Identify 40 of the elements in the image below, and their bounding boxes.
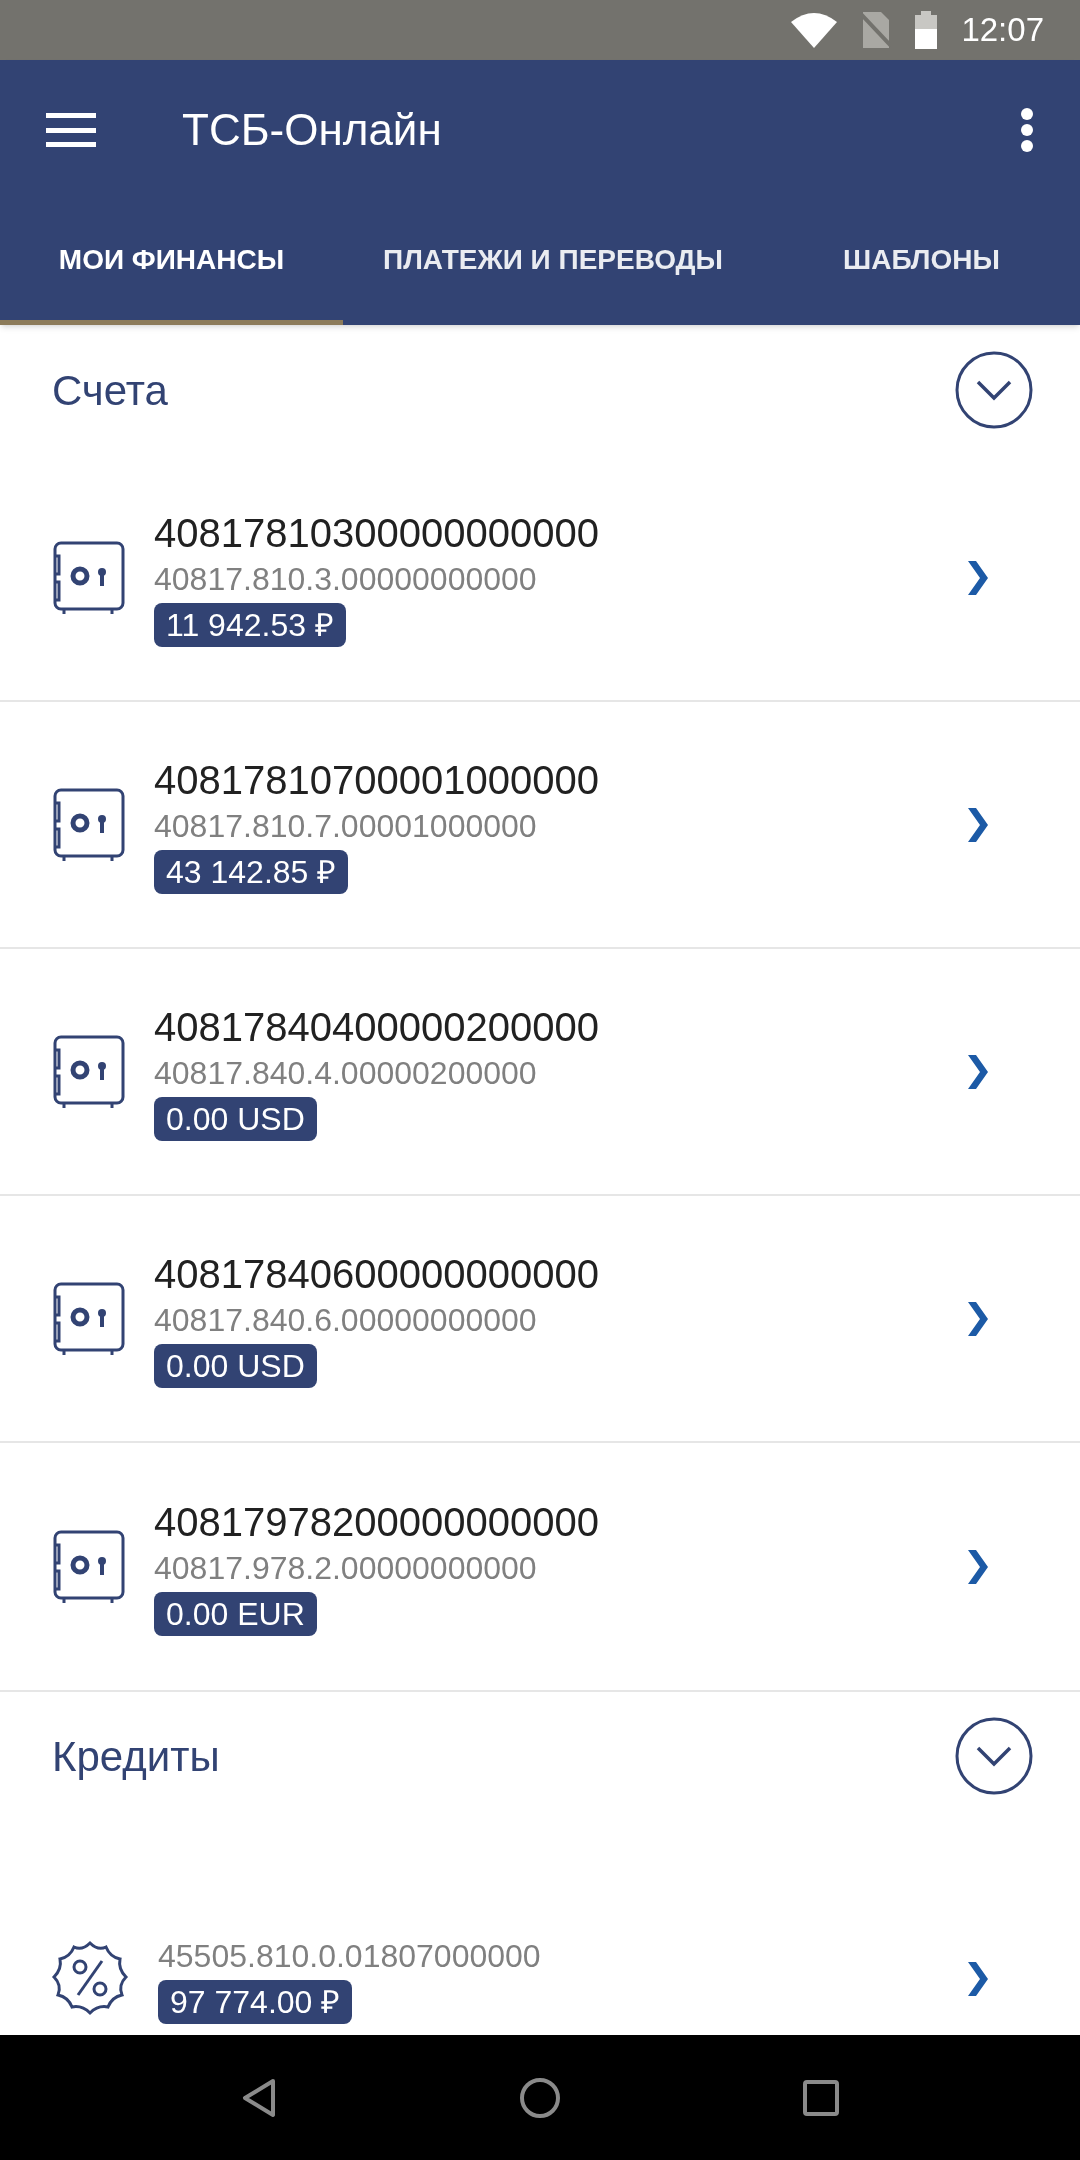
section-title: Счета: [52, 365, 168, 416]
account-number: 40817840400000200000: [154, 1003, 599, 1051]
balance-badge: 0.00 USD: [154, 1096, 317, 1141]
chevron-right-icon[interactable]: [966, 807, 988, 842]
formatted-account-number: 40817.810.3.00000000000: [154, 559, 537, 599]
back-icon[interactable]: [241, 2077, 277, 2118]
balance-badge: 97 774.00 ₽: [158, 1979, 353, 2024]
account-number: 40817978200000000000: [154, 1498, 599, 1546]
battery-icon: [915, 11, 938, 49]
formatted-account-number: 40817.810.7.00001000000: [154, 806, 537, 846]
account-number: 40817810700001000000: [154, 756, 599, 804]
chevron-right-icon[interactable]: [966, 1301, 988, 1336]
account-number: 40817810300000000000: [154, 509, 599, 557]
chevron-right-icon[interactable]: [966, 1549, 988, 1584]
chevron-right-icon[interactable]: [966, 1054, 988, 1089]
tab[interactable]: МОИ ФИНАНСЫ: [0, 200, 343, 325]
section-title: Кредиты: [52, 1731, 220, 1782]
tab[interactable]: ШАБЛОНЫ: [763, 200, 1080, 325]
chevron-right-icon[interactable]: [966, 560, 988, 595]
collapse-chevron-icon[interactable]: [954, 1716, 1034, 1796]
account-number: 40817840600000000000: [154, 1250, 599, 1298]
balance-badge: 11 942.53 ₽: [154, 602, 346, 647]
status-time: 12:07: [961, 10, 1044, 51]
formatted-account-number: 40817.840.4.00000200000: [154, 1053, 537, 1093]
chevron-right-icon[interactable]: [966, 1961, 988, 1996]
menu-icon[interactable]: [46, 113, 96, 147]
balance-badge: 0.00 EUR: [154, 1591, 317, 1636]
recents-icon[interactable]: [803, 2079, 839, 2116]
app-title: ТСБ-Онлайн: [182, 104, 443, 156]
home-icon[interactable]: [519, 2076, 561, 2119]
balance-badge: 43 142.85 ₽: [154, 849, 349, 894]
collapse-chevron-icon[interactable]: [954, 350, 1034, 430]
no-sim-icon: [861, 12, 892, 48]
formatted-account-number: 40817.840.6.00000000000: [154, 1300, 537, 1340]
balance-badge: 0.00 USD: [154, 1343, 317, 1388]
tab[interactable]: ПЛАТЕЖИ И ПЕРЕВОДЫ: [343, 200, 763, 325]
wifi-icon: [791, 12, 838, 48]
formatted-account-number: 45505.810.0.01807000000: [158, 1936, 541, 1976]
more-options-icon[interactable]: [1020, 108, 1034, 152]
formatted-account-number: 40817.978.2.00000000000: [154, 1548, 537, 1588]
